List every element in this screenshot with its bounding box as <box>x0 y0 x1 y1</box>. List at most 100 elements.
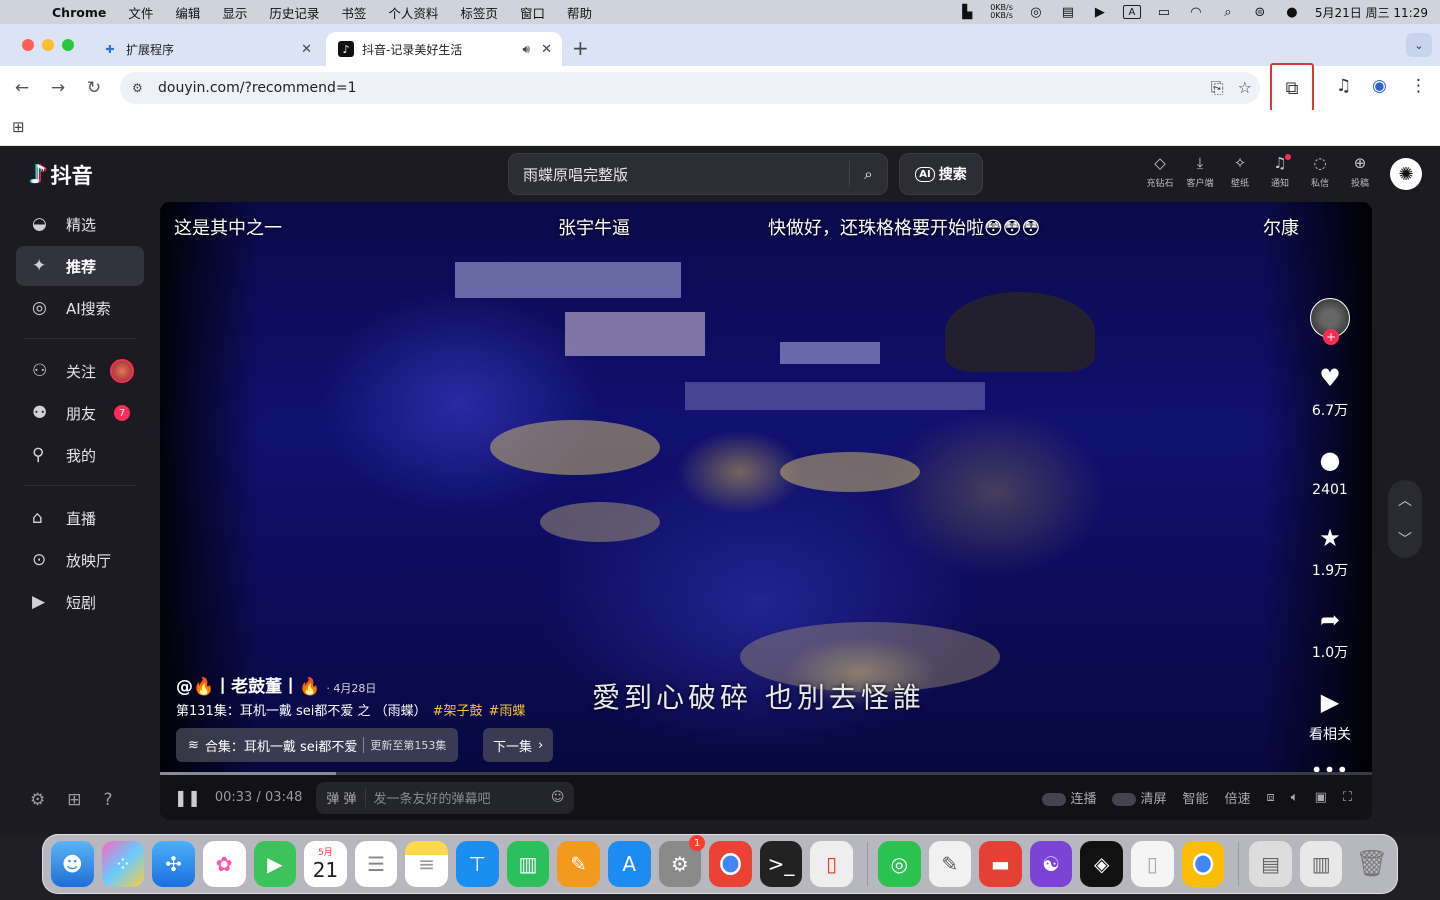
upload-button[interactable]: ⊕ 投稿 <box>1340 154 1380 189</box>
media-control-icon[interactable]: ♫ <box>1336 76 1351 96</box>
spotlight-search-icon[interactable]: ⌕ <box>1219 5 1237 20</box>
finder-icon[interactable]: ☻ <box>51 841 94 887</box>
user-avatar[interactable]: ✺ <box>1390 158 1422 190</box>
help-icon[interactable]: ? <box>104 790 113 810</box>
forward-arrow-icon[interactable]: → <box>46 76 70 100</box>
sidebar-item-recommend[interactable]: ✦ 推荐 <box>16 246 144 286</box>
wechat-icon[interactable]: ◎ <box>877 841 921 887</box>
pip-icon[interactable]: ⧈ <box>1267 790 1275 805</box>
pages-icon[interactable]: ✎ <box>557 841 600 887</box>
danmu-toggle-icon[interactable]: 弹 弹 <box>326 788 356 807</box>
next-episode-button[interactable]: 下一集 › <box>483 728 554 762</box>
speed-button[interactable]: 倍速 <box>1224 788 1250 807</box>
comment-button[interactable]: ● 2401 <box>1312 446 1348 498</box>
sidebar-item-friends[interactable]: ⚉ 朋友 7 <box>16 393 144 433</box>
sidebar-item-short-drama[interactable]: ▶ 短剧 <box>16 582 144 622</box>
menu-tab[interactable]: 标签页 <box>460 3 498 22</box>
apps-grid-icon[interactable]: ⊞ <box>12 118 25 136</box>
battery-icon[interactable]: ▭ <box>1155 5 1173 20</box>
hashtag[interactable]: #架子鼓 <box>433 704 483 719</box>
share-button[interactable]: ➦ 1.0万 <box>1312 606 1348 662</box>
tab-douyin[interactable]: ♪ 抖音-记录美好生活 🔊︎ ✕ <box>326 32 562 66</box>
follow-plus-icon[interactable]: + <box>1323 329 1339 345</box>
sidebar-item-ai-search[interactable]: ◎ AI搜索 <box>16 288 144 328</box>
numbers-icon[interactable]: ▥ <box>506 841 550 887</box>
back-arrow-icon[interactable]: ← <box>10 76 34 100</box>
iphone-mirroring-icon[interactable]: ▯ <box>810 841 853 887</box>
zoom-window-button[interactable] <box>62 39 74 51</box>
volume-icon[interactable]: 🔈︎ <box>1291 790 1299 805</box>
sidebar-item-featured[interactable]: ◒ 精选 <box>16 204 144 244</box>
video-frame[interactable]: 这是其中之一 张宇牛逼 快做好，还珠格格要开始啦😳😳😳 尔康 愛到心破碎 也別去… <box>160 202 1372 782</box>
recharge-diamond-button[interactable]: ◇ 充钻石 <box>1140 154 1180 189</box>
danmu-input[interactable]: 发一条友好的弹幕吧 <box>364 788 543 807</box>
textedit-icon[interactable]: ✎ <box>928 841 972 887</box>
menu-edit[interactable]: 编辑 <box>175 3 200 22</box>
theater-mode-icon[interactable]: ▣ <box>1315 790 1327 805</box>
safari-icon[interactable]: ✣ <box>152 841 195 887</box>
related-button[interactable]: ▶ 看相关 <box>1309 688 1351 744</box>
notification-button[interactable]: ♫ 通知 <box>1260 154 1300 189</box>
calendar-icon[interactable]: 5月 21 <box>304 841 347 887</box>
chevron-up-icon[interactable]: ︿ <box>1398 490 1412 510</box>
trash-icon[interactable]: 🗑︎ <box>1350 841 1393 887</box>
sidebar-item-follow[interactable]: ⚇ 关注 <box>16 351 144 391</box>
profile-avatar-icon[interactable]: ◉ <box>1372 76 1387 96</box>
menu-window[interactable]: 窗口 <box>520 3 545 22</box>
chrome-alt-icon[interactable] <box>1181 841 1225 887</box>
wallpaper-button[interactable]: ✧ 壁纸 <box>1220 154 1260 189</box>
settings-icon[interactable]: ⚙ <box>30 790 45 810</box>
control-center-icon[interactable]: ⊜ <box>1251 5 1269 20</box>
search-input[interactable]: 雨蝶原唱完整版 <box>523 164 849 185</box>
facetime-icon[interactable]: ▶ <box>253 841 297 887</box>
siri-icon[interactable]: ● <box>1283 5 1301 20</box>
input-method-icon[interactable]: A <box>1122 5 1141 19</box>
install-app-icon[interactable]: ⎘ <box>1211 78 1224 98</box>
collection-button[interactable]: ≋ 合集：耳机一戴 sei都不爱 更新至第153集 <box>176 728 459 762</box>
pdf-reader-icon[interactable]: ▬ <box>979 841 1022 887</box>
site-settings-icon[interactable]: ⚙ <box>132 81 152 95</box>
more-grid-icon[interactable]: ⊞ <box>67 790 81 810</box>
favorite-button[interactable]: ★ 1.9万 <box>1312 524 1348 580</box>
launchpad-icon[interactable]: ⁘ <box>101 841 145 887</box>
pause-icon[interactable]: ❚❚ <box>174 788 201 807</box>
menubar-clock[interactable]: 5月21日 周三 11:29 <box>1315 4 1428 21</box>
like-button[interactable]: ♥ 6.7万 <box>1312 364 1348 420</box>
reminders-icon[interactable]: ☰ <box>354 841 398 887</box>
chevron-down-icon[interactable]: ﹀ <box>1398 529 1412 549</box>
hashtag[interactable]: #雨蝶 <box>489 704 526 719</box>
cube-app-icon[interactable]: ◈ <box>1080 841 1124 887</box>
close-tab-icon[interactable]: ✕ <box>301 42 312 57</box>
author-name[interactable]: @🔥丨老鼓董丨🔥 <box>176 672 320 697</box>
emoji-icon[interactable]: ☺ <box>551 790 565 805</box>
client-download-button[interactable]: ⤓ 客户端 <box>1180 154 1220 189</box>
video-player[interactable]: 这是其中之一 张宇牛逼 快做好，还珠格格要开始啦😳😳😳 尔康 愛到心破碎 也別去… <box>160 202 1372 820</box>
close-tab-icon[interactable]: ✕ <box>541 42 552 57</box>
sidebar-item-mine[interactable]: ⚲ 我的 <box>16 435 144 475</box>
fullscreen-icon[interactable]: ⛶ <box>1343 790 1352 805</box>
dock-status-icon[interactable]: ▤ <box>1059 5 1077 20</box>
wechat-status-icon[interactable]: ◎ <box>1027 5 1045 20</box>
sidebar-item-cinema[interactable]: ⊙ 放映厅 <box>16 540 144 580</box>
douyin-logo[interactable]: ♪ 抖音 <box>30 160 93 190</box>
autoplay-toggle[interactable]: 连播 <box>1042 788 1096 807</box>
minimize-window-button[interactable] <box>42 39 54 51</box>
downloads-stack-icon[interactable]: ▥ <box>1299 841 1343 887</box>
menu-help[interactable]: 帮助 <box>567 3 592 22</box>
new-tab-button[interactable]: + <box>572 36 589 60</box>
tab-extensions[interactable]: ✚ 扩展程序 ✕ <box>90 32 322 66</box>
clear-screen-toggle[interactable]: 清屏 <box>1112 788 1166 807</box>
document-icon[interactable]: ▯ <box>1131 841 1174 887</box>
menu-file[interactable]: 文件 <box>128 3 153 22</box>
creator-avatar[interactable]: + <box>1310 298 1350 345</box>
app-store-icon[interactable]: A <box>607 841 651 887</box>
status-app-icon[interactable]: ▙ <box>958 5 976 20</box>
menu-view[interactable]: 显示 <box>222 3 247 22</box>
tab-search-chevron-icon[interactable]: ⌄ <box>1406 33 1432 57</box>
url-text[interactable]: douyin.com/?recommend=1 <box>158 80 356 96</box>
menu-app-name[interactable]: Chrome <box>52 5 106 20</box>
menu-history[interactable]: 历史记录 <box>269 3 319 22</box>
menu-profiles[interactable]: 个人资料 <box>388 3 438 22</box>
bookmark-star-icon[interactable]: ☆ <box>1238 78 1252 98</box>
extensions-puzzle-icon[interactable]: ⧉ <box>1270 63 1314 113</box>
